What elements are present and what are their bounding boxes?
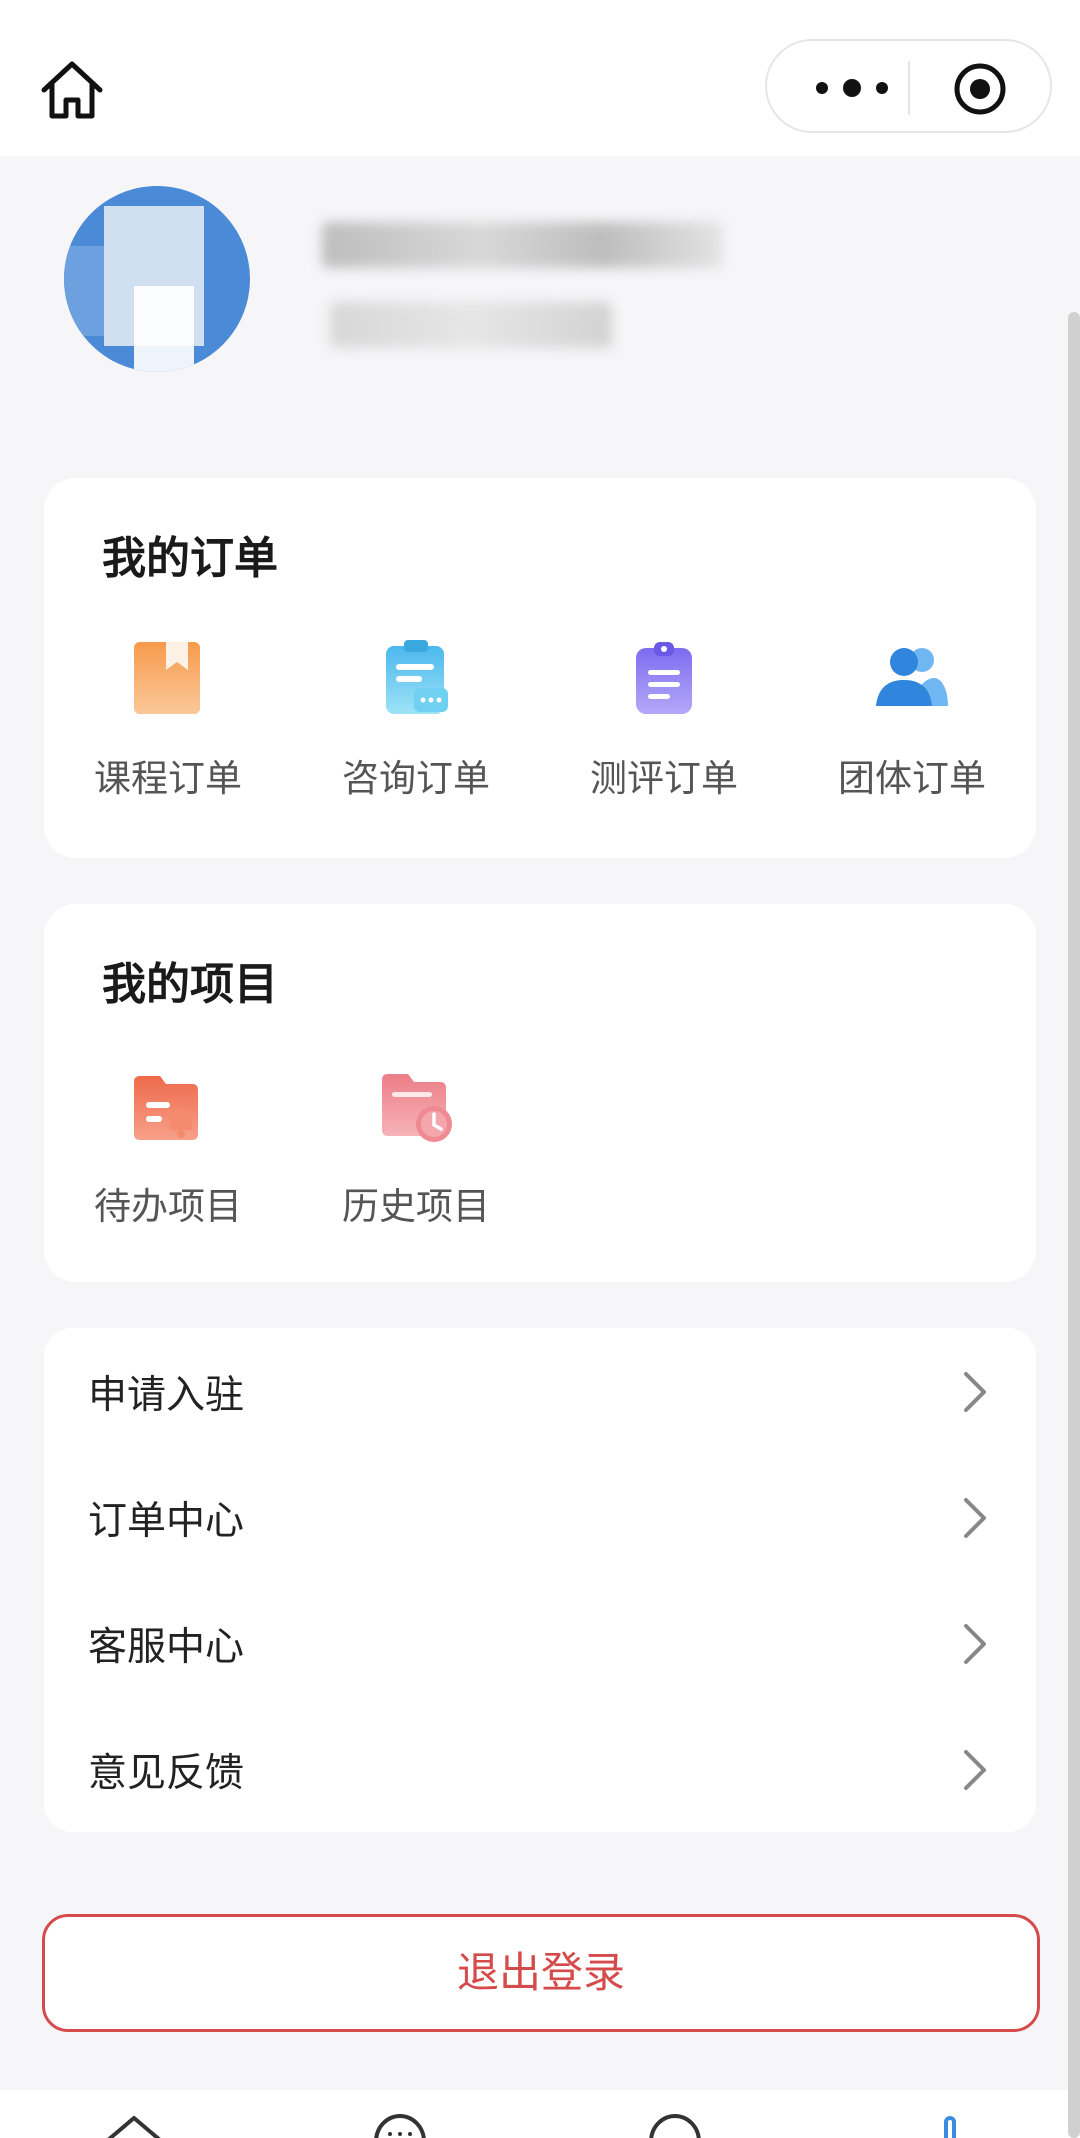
chevron-right-icon	[964, 1372, 986, 1412]
menu-feedback[interactable]: 意见反馈	[44, 1706, 1036, 1832]
project-item-label: 待办项目	[94, 1185, 242, 1228]
course-book-icon	[134, 642, 200, 714]
todo-folder-bell-icon	[134, 1076, 198, 1140]
projects-card: 我的项目 待办项目 历史项目	[44, 904, 1036, 1282]
chevron-right-icon	[964, 1750, 986, 1790]
order-item-label: 团体订单	[838, 757, 986, 800]
menu-order-center[interactable]: 订单中心	[44, 1454, 1036, 1580]
chevron-right-icon	[964, 1624, 986, 1664]
project-item-label: 历史项目	[342, 1185, 490, 1228]
consult-clipboard-icon	[386, 640, 448, 714]
tab-message-icon[interactable]	[370, 2112, 430, 2138]
order-item-course[interactable]: 课程订单	[68, 640, 268, 802]
target-circle-icon[interactable]	[952, 61, 1008, 117]
menu-label: 客服中心	[88, 1625, 245, 1670]
top-nav-bar	[0, 0, 1080, 156]
history-folder-clock-icon	[382, 1074, 452, 1142]
project-item-todo[interactable]: 待办项目	[68, 1068, 268, 1230]
profile-header	[0, 156, 1080, 456]
settings-menu: 申请入驻 订单中心 客服中心 意见反馈	[44, 1328, 1036, 1832]
more-dots-icon[interactable]	[797, 63, 907, 113]
orders-card: 我的订单 课程订单 咨询订单 测评订单 团体订单	[44, 478, 1036, 858]
order-item-assessment[interactable]: 测评订单	[564, 640, 764, 802]
order-item-label: 测评订单	[590, 757, 738, 800]
order-item-label: 课程订单	[94, 757, 242, 800]
blurred-user-name	[322, 222, 722, 268]
menu-label: 申请入驻	[88, 1373, 245, 1418]
projects-title: 我的项目	[102, 959, 278, 1010]
assessment-clipboard-icon	[636, 642, 692, 714]
menu-label: 订单中心	[88, 1499, 245, 1544]
menu-label: 意见反馈	[88, 1751, 245, 1796]
tab-chat-icon[interactable]	[645, 2112, 705, 2138]
avatar[interactable]	[64, 186, 250, 372]
tab-home-icon[interactable]	[104, 2112, 164, 2138]
orders-title: 我的订单	[102, 533, 278, 584]
project-item-history[interactable]: 历史项目	[316, 1068, 516, 1230]
home-icon[interactable]	[38, 56, 106, 124]
tab-profile-icon[interactable]	[920, 2112, 980, 2138]
capsule-divider	[908, 61, 910, 115]
blurred-user-phone	[330, 302, 612, 348]
order-item-group[interactable]: 团体订单	[812, 640, 1012, 802]
scrollbar[interactable]	[1068, 312, 1080, 2138]
menu-apply-settle[interactable]: 申请入驻	[44, 1328, 1036, 1454]
order-item-label: 咨询订单	[342, 757, 490, 800]
logout-button[interactable]: 退出登录	[42, 1914, 1040, 2032]
group-people-icon	[876, 648, 948, 706]
chevron-right-icon	[964, 1498, 986, 1538]
order-item-consult[interactable]: 咨询订单	[316, 640, 516, 802]
mini-program-capsule	[765, 39, 1052, 133]
menu-customer-service[interactable]: 客服中心	[44, 1580, 1036, 1706]
